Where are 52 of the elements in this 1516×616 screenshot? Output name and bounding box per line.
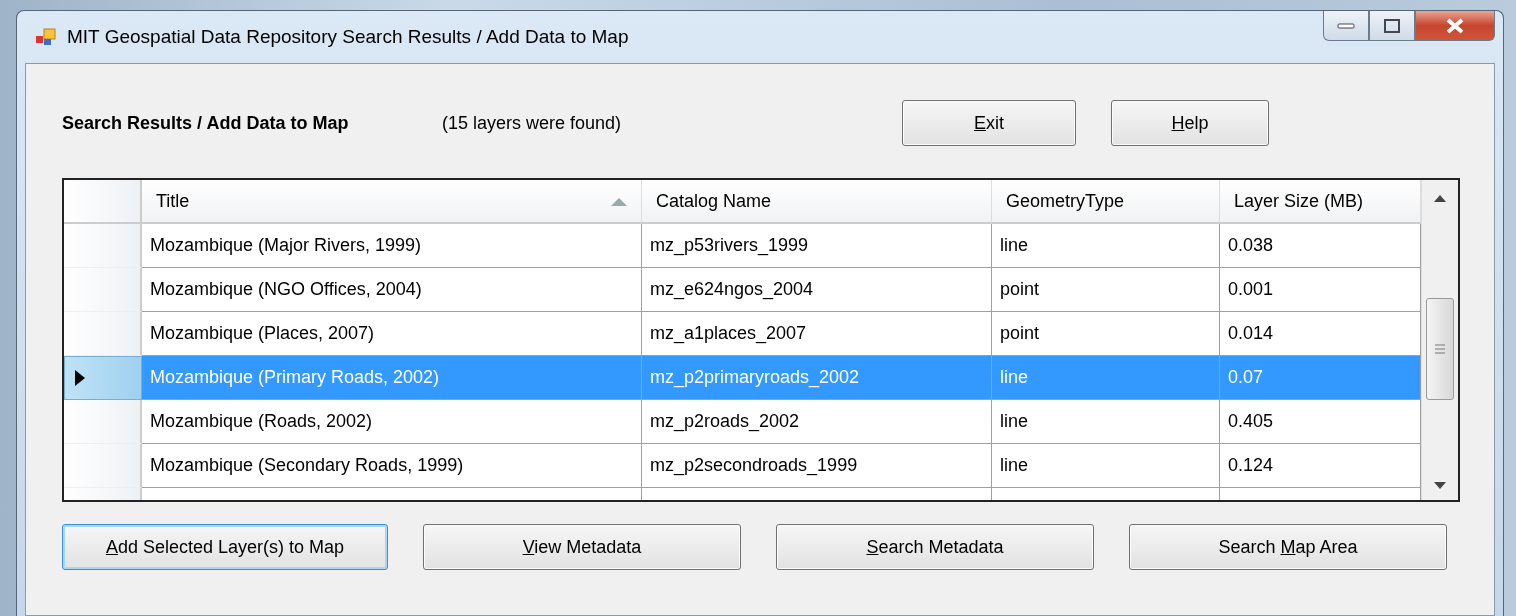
current-row-icon bbox=[75, 370, 85, 386]
view-metadata-button[interactable]: View Metadata bbox=[423, 524, 741, 570]
table-cell: 0.001 bbox=[1220, 268, 1421, 312]
result-count: (15 layers were found) bbox=[442, 112, 623, 134]
table-cell: 0.07 bbox=[1220, 356, 1421, 400]
table-cell: mz_p53rivers_1999 bbox=[642, 224, 992, 268]
table-cell: 0.014 bbox=[1220, 312, 1421, 356]
minimize-icon bbox=[1337, 22, 1355, 29]
table-cell: mz_a1places_2007 bbox=[642, 312, 992, 356]
column-header[interactable]: Title bbox=[142, 180, 642, 224]
vertical-scrollbar[interactable] bbox=[1421, 180, 1458, 500]
table-cell: Mozambique (Roads, 2002) bbox=[142, 400, 642, 444]
table-cell: Mozambique (Primary Roads, 2002) bbox=[142, 356, 642, 400]
scroll-up-icon bbox=[1434, 194, 1446, 202]
column-header[interactable]: Layer Size (MB) bbox=[1220, 180, 1421, 224]
table-cell: mz_p2roads_2002 bbox=[642, 400, 992, 444]
scroll-thumb[interactable] bbox=[1426, 298, 1454, 400]
table-cell: line bbox=[992, 356, 1220, 400]
section-heading: Search Results / Add Data to Map bbox=[62, 112, 350, 134]
column-header[interactable]: Catalog Name bbox=[642, 180, 992, 224]
table-cell: line bbox=[992, 400, 1220, 444]
table-cell: mz_e624ngos_2004 bbox=[642, 268, 992, 312]
grip-icon bbox=[1434, 344, 1446, 354]
exit-button[interactable]: Exit bbox=[902, 100, 1076, 146]
sort-up-icon bbox=[611, 196, 627, 206]
close-button[interactable] bbox=[1415, 11, 1495, 41]
maximize-icon bbox=[1384, 18, 1400, 33]
window-title: MIT Geospatial Data Repository Search Results / Add Data to Map bbox=[67, 26, 629, 48]
scroll-down-icon bbox=[1434, 482, 1446, 490]
table-cell: line bbox=[992, 444, 1220, 488]
table-cell: Mozambique (Major Rivers, 1999) bbox=[142, 224, 642, 268]
table-cell: 0.405 bbox=[1220, 400, 1421, 444]
add-layers-button[interactable]: Add Selected Layer(s) to Map bbox=[62, 524, 388, 570]
row-header[interactable] bbox=[64, 356, 142, 400]
column-header[interactable]: GeometryType bbox=[992, 180, 1220, 224]
table-cell: 0.124 bbox=[1220, 444, 1421, 488]
help-button[interactable]: Help bbox=[1111, 100, 1269, 146]
table-cell: Mozambique (Secondary Roads, 1999) bbox=[142, 444, 642, 488]
close-icon bbox=[1446, 17, 1464, 34]
table-cell: 0.038 bbox=[1220, 224, 1421, 268]
table-cell: Mozambique (Places, 2007) bbox=[142, 312, 642, 356]
table-cell: mz_p2secondroads_1999 bbox=[642, 444, 992, 488]
maximize-button[interactable] bbox=[1369, 11, 1415, 41]
table-cell: point bbox=[992, 312, 1220, 356]
table-cell: line bbox=[992, 224, 1220, 268]
table-cell: mz_p2primaryroads_2002 bbox=[642, 356, 992, 400]
search-metadata-button[interactable]: Search Metadata bbox=[776, 524, 1094, 570]
app-icon bbox=[35, 27, 57, 47]
minimize-button[interactable] bbox=[1323, 11, 1369, 41]
table-cell: point bbox=[992, 268, 1220, 312]
table-cell: Mozambique (NGO Offices, 2004) bbox=[142, 268, 642, 312]
search-map-area-button[interactable]: Search Map Area bbox=[1129, 524, 1447, 570]
